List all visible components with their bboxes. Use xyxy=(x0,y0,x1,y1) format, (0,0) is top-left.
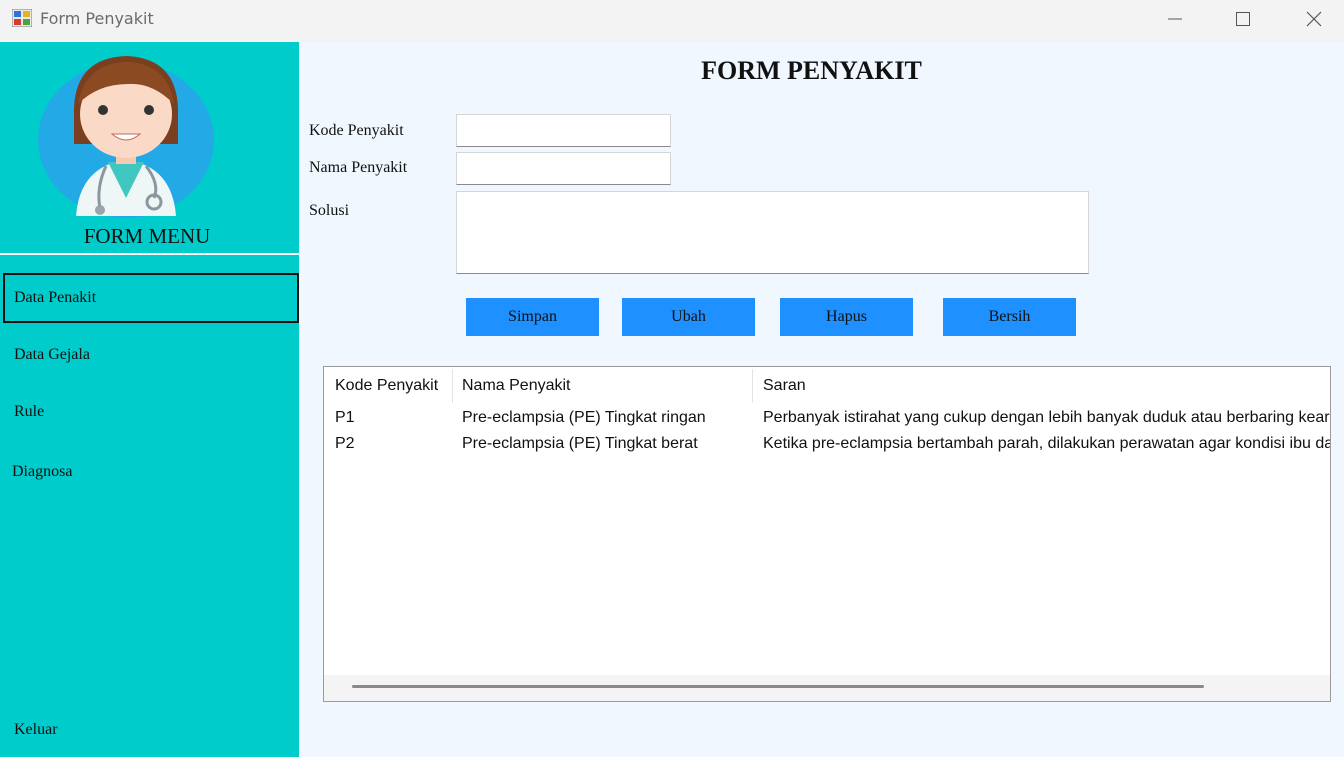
solusi-label: Solusi xyxy=(309,202,350,219)
cell-nama: Pre-eclampsia (PE) Tingkat ringan xyxy=(462,409,706,426)
doctor-avatar xyxy=(38,56,214,218)
sidebar: FORM MENU Data Penakit Data Gejala Rule … xyxy=(0,42,299,757)
column-separator[interactable] xyxy=(752,369,753,403)
page-title: FORM PENYAKIT xyxy=(701,56,922,85)
menu-item-data-penyakit[interactable]: Data Penakit xyxy=(3,273,299,323)
hapus-button[interactable]: Hapus xyxy=(780,298,913,336)
kode-penyakit-label: Kode Penyakit xyxy=(309,122,404,139)
list-item[interactable]: P2 Pre-eclampsia (PE) Tingkat berat Keti… xyxy=(324,435,1331,461)
minimize-button[interactable] xyxy=(1140,0,1210,38)
kode-penyakit-input[interactable] xyxy=(456,114,671,147)
window-title: Form Penyakit xyxy=(40,9,154,28)
column-header-kode[interactable]: Kode Penyakit xyxy=(335,367,450,405)
list-item[interactable]: P1 Pre-eclampsia (PE) Tingkat ringan Per… xyxy=(324,409,1331,435)
column-header-saran[interactable]: Saran xyxy=(763,367,1330,405)
close-icon xyxy=(1306,11,1322,27)
nama-penyakit-label: Nama Penyakit xyxy=(309,159,408,176)
ubah-button[interactable]: Ubah xyxy=(622,298,755,336)
solusi-textarea[interactable] xyxy=(456,191,1089,274)
column-separator[interactable] xyxy=(452,369,453,403)
minimize-icon xyxy=(1168,18,1182,20)
close-button[interactable] xyxy=(1279,0,1344,38)
cell-kode: P2 xyxy=(335,435,355,452)
maximize-button[interactable] xyxy=(1208,0,1278,38)
maximize-icon xyxy=(1236,12,1250,26)
list-header: Kode Penyakit Nama Penyakit Saran xyxy=(324,367,1330,405)
simpan-button[interactable]: Simpan xyxy=(466,298,599,336)
cell-saran: Perbanyak istirahat yang cukup dengan le… xyxy=(763,409,1331,426)
menu-item-keluar[interactable]: Keluar xyxy=(14,721,58,739)
title-bar: Form Penyakit xyxy=(0,0,1344,42)
cell-nama: Pre-eclampsia (PE) Tingkat berat xyxy=(462,435,698,452)
menu-item-rule[interactable]: Rule xyxy=(14,403,44,421)
menu-item-data-gejala[interactable]: Data Gejala xyxy=(14,346,90,364)
scrollbar-thumb[interactable] xyxy=(352,685,1204,688)
app-form-icon xyxy=(12,9,32,27)
horizontal-scrollbar[interactable] xyxy=(324,675,1330,701)
menu-divider xyxy=(0,253,299,255)
cell-saran: Ketika pre-eclampsia bertambah parah, di… xyxy=(763,435,1331,452)
cell-kode: P1 xyxy=(335,409,355,426)
penyakit-list-view[interactable]: Kode Penyakit Nama Penyakit Saran P1 Pre… xyxy=(323,366,1331,702)
nama-penyakit-input[interactable] xyxy=(456,152,671,185)
column-header-nama[interactable]: Nama Penyakit xyxy=(462,367,752,405)
bersih-button[interactable]: Bersih xyxy=(943,298,1076,336)
menu-title: FORM MENU xyxy=(83,224,211,248)
menu-item-diagnosa[interactable]: Diagnosa xyxy=(12,463,72,481)
main-panel: FORM PENYAKIT Kode Penyakit Nama Penyaki… xyxy=(299,42,1344,757)
